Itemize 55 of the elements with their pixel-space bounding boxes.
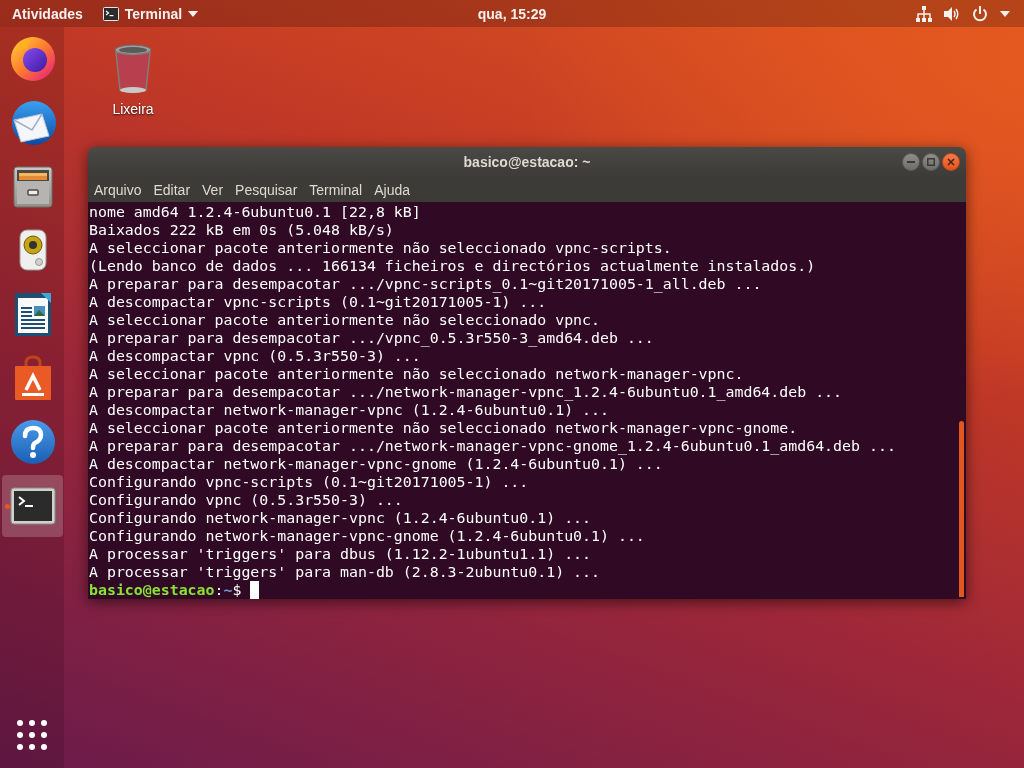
terminal-line: A processar 'triggers' para man-db (2.8.3-2ubuntu0.1) ... bbox=[89, 563, 601, 581]
menu-item[interactable]: Ajuda bbox=[368, 177, 417, 202]
menu-item[interactable]: Pesquisar bbox=[229, 177, 304, 202]
scrollbar-thumb[interactable] bbox=[958, 421, 964, 597]
terminal-line: A preparar para desempacotar .../vpnc_0.5.3r550-3_amd64.deb ... bbox=[89, 329, 655, 347]
terminal-line: A preparar para desempacotar .../network-manager-vpnc_1.2.4-6ubuntu0.1_amd64.deb ... bbox=[89, 383, 844, 401]
terminal-line: nome amd64 1.2.4-6ubuntu0.1 [22,8 kB] bbox=[89, 203, 422, 221]
terminal-line: A descompactar vpnc (0.5.3r550-3) ... bbox=[89, 347, 422, 365]
caret-icon bbox=[1000, 10, 1010, 17]
menu-item[interactable]: Terminal bbox=[303, 177, 369, 202]
app-grid-icon bbox=[17, 720, 47, 750]
terminal-line: A descompactar network-manager-vpnc-gnome (1.2.4-6ubuntu0.1) ... bbox=[89, 455, 664, 473]
terminal-line: Configurando vpnc (0.5.3r550-3) ... bbox=[89, 491, 404, 509]
terminal-line: Baixados 222 kB em 0s (5.048 kB/s) bbox=[89, 221, 395, 239]
terminal-line: Configurando network-manager-vpnc (1.2.4-6ubuntu0.1) ... bbox=[89, 509, 593, 527]
text-cursor bbox=[250, 581, 260, 599]
prompt-separator: : bbox=[214, 581, 224, 599]
terminal-line: A descompactar network-manager-vpnc (1.2.4-6ubuntu0.1) ... bbox=[89, 401, 610, 419]
close-button[interactable] bbox=[942, 153, 960, 171]
clock[interactable]: qua, 15:29 bbox=[467, 0, 557, 27]
terminal-icon bbox=[102, 6, 119, 21]
power-icon bbox=[972, 5, 988, 22]
globe-icon bbox=[8, 34, 57, 82]
terminal-line: A seleccionar pacote anteriormente não seleccionado network-manager-vpnc. bbox=[89, 365, 745, 383]
terminal-line: A seleccionar pacote anteriormente não seleccionado vpnc-scripts. bbox=[89, 239, 673, 257]
close-icon bbox=[947, 158, 955, 166]
terminal-line: A preparar para desempacotar .../network-manager-vpnc-gnome_1.2.4-6ubuntu0.1_amd64.deb ... bbox=[89, 437, 897, 455]
menu-item[interactable]: Editar bbox=[147, 177, 197, 202]
minimize-icon bbox=[907, 161, 915, 163]
menu-item[interactable]: Arquivo bbox=[88, 177, 148, 202]
menu-item[interactable]: Ver bbox=[196, 177, 230, 202]
terminal-line: A processar 'triggers' para dbus (1.12.2-1ubuntu1.1) ... bbox=[89, 545, 593, 563]
terminal-line: (Lendo banco de dados ... 166134 ficheiros e directórios actualmente instalados.) bbox=[89, 257, 817, 275]
network-icon bbox=[916, 5, 932, 22]
desktop-icon-label: Lixeira bbox=[112, 101, 154, 117]
terminal-line: Configurando vpnc-scripts (0.1~git20171005-1) ... bbox=[89, 473, 530, 491]
prompt-path: ~ bbox=[223, 581, 233, 599]
prompt-user-host: basico@estacao bbox=[89, 581, 215, 599]
terminal-line: Configurando network-manager-vpnc-gnome (1.2.4-6ubuntu0.1) ... bbox=[89, 527, 646, 545]
caret-icon bbox=[188, 10, 199, 17]
app-menu-button[interactable]: Terminal bbox=[94, 0, 211, 27]
dock-launcher[interactable] bbox=[2, 475, 63, 537]
window-title: basico@estacao: ~ bbox=[463, 154, 591, 170]
activities-button[interactable]: Atividades bbox=[0, 0, 95, 27]
terminal-line: A seleccionar pacote anteriormente não seleccionado network-manager-vpnc-gnome. bbox=[89, 419, 799, 437]
maximize-button[interactable] bbox=[922, 153, 940, 171]
terminal-line: A preparar para desempacotar .../vpnc-scripts_0.1~git20171005-1_all.deb ... bbox=[89, 275, 763, 293]
minimize-button[interactable] bbox=[902, 153, 920, 171]
help-icon bbox=[9, 419, 56, 465]
trash-icon[interactable] bbox=[113, 44, 153, 96]
terminal-line: A seleccionar pacote anteriormente não seleccionado vpnc. bbox=[89, 311, 601, 329]
prompt-symbol: $ bbox=[232, 581, 242, 599]
maximize-icon bbox=[927, 158, 935, 166]
terminal-line: A descompactar vpnc-scripts (0.1~git20171005-1) ... bbox=[89, 293, 548, 311]
volume-icon bbox=[944, 5, 960, 22]
